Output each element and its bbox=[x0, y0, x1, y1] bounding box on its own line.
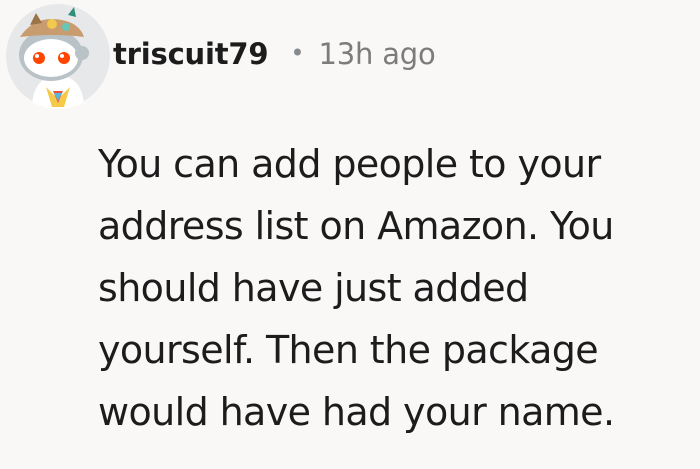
comment-body-line: should have just added bbox=[98, 266, 529, 310]
comment-body-line: yourself. Then the package bbox=[98, 328, 599, 372]
meta-separator: • bbox=[290, 39, 305, 67]
comment-body: You can add people to your address list … bbox=[98, 133, 688, 443]
comment-body-line: address list on Amazon. You bbox=[98, 204, 614, 248]
snoo-avatar-icon bbox=[6, 4, 110, 109]
username-link[interactable]: triscuit79 bbox=[113, 37, 269, 71]
avatar[interactable] bbox=[6, 3, 110, 109]
comment: triscuit79 • 13h ago You can add people … bbox=[0, 0, 700, 469]
comment-body-line: You can add people to your bbox=[98, 142, 601, 186]
timestamp[interactable]: 13h ago bbox=[319, 37, 436, 71]
comment-body-line: would have had your name. bbox=[98, 390, 615, 434]
comment-header: triscuit79 • 13h ago bbox=[113, 30, 436, 78]
